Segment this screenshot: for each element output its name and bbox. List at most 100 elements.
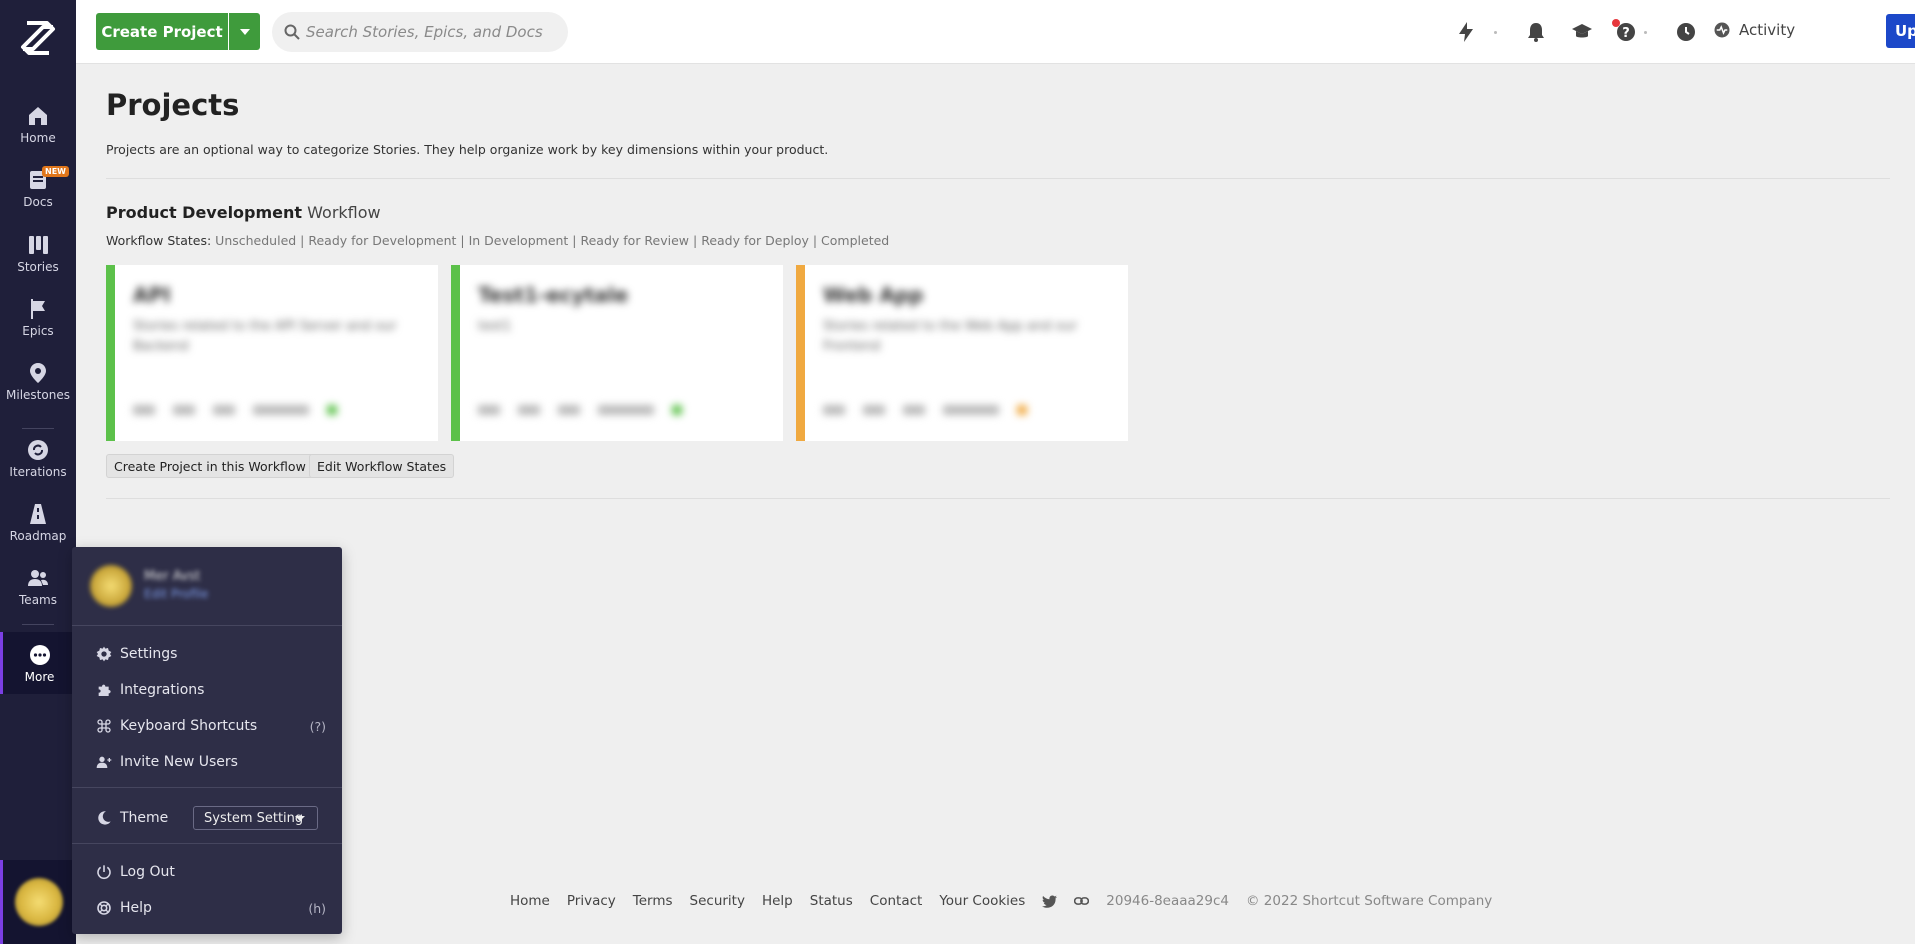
footer-link-privacy[interactable]: Privacy — [567, 893, 616, 909]
project-card-api[interactable]: API Stories related to the API Server an… — [106, 265, 438, 441]
sidebar-item-iterations[interactable]: Iterations — [0, 438, 76, 498]
avatar — [90, 565, 132, 607]
twitter-icon[interactable] — [1042, 895, 1058, 908]
project-name: Test1-ecytale — [478, 283, 629, 307]
shortcut-hint: (?) — [309, 718, 326, 734]
theme-label: Theme — [120, 810, 169, 826]
footer-link-status[interactable]: Status — [810, 893, 853, 909]
menu-item-logout[interactable]: Log Out — [96, 861, 326, 883]
workflow-suffix: Workflow — [307, 203, 381, 222]
workflow-states-values: Unscheduled | Ready for Development | In… — [215, 233, 890, 248]
theme-select-value: System Setting — [204, 810, 304, 826]
project-description: Stories related to the Web App and our F… — [823, 319, 1078, 354]
footer-link-cookies[interactable]: Your Cookies — [939, 893, 1025, 909]
search-icon — [284, 24, 300, 40]
page-description: Projects are an optional way to categori… — [106, 142, 829, 157]
menu-item-integrations[interactable]: Integrations — [96, 679, 326, 701]
more-menu: Mer Avst Edit Profile Settings Integrati… — [72, 547, 342, 934]
menu-item-label: Settings — [120, 646, 178, 662]
sidebar-item-docs[interactable]: Docs NEW — [0, 166, 76, 228]
epics-icon — [31, 299, 45, 319]
help-icon[interactable]: ? — [1614, 20, 1638, 44]
project-description: Stories related to the API Server and ou… — [133, 319, 397, 354]
lifebuoy-icon — [97, 901, 111, 915]
profile-section[interactable]: Mer Avst Edit Profile — [90, 565, 330, 609]
sidebar-item-label: Docs — [23, 195, 53, 209]
sidebar-item-label: Roadmap — [9, 529, 67, 543]
user-plus-icon — [96, 756, 112, 768]
sidebar-item-teams[interactable]: Teams — [0, 566, 76, 626]
project-meta — [478, 405, 682, 415]
create-project-in-workflow-button[interactable]: Create Project in this Workflow — [106, 454, 314, 478]
user-avatar-button[interactable] — [0, 860, 76, 944]
sidebar-divider — [22, 624, 54, 625]
bell-icon[interactable] — [1524, 20, 1548, 44]
clock-icon[interactable] — [1674, 20, 1698, 44]
power-icon — [97, 865, 111, 880]
menu-divider — [72, 787, 342, 788]
sidebar-item-epics[interactable]: Epics — [0, 297, 76, 357]
divider — [106, 178, 1890, 179]
caret-down-icon — [239, 28, 250, 35]
roadmap-icon — [30, 504, 46, 524]
footer-link-contact[interactable]: Contact — [870, 893, 923, 909]
sidebar-item-label: Epics — [22, 324, 54, 338]
menu-item-label: Integrations — [120, 682, 205, 698]
workflow-states-label: Workflow States: — [106, 233, 212, 248]
menu-item-settings[interactable]: Settings — [96, 643, 326, 665]
edit-workflow-states-button[interactable]: Edit Workflow States — [309, 454, 455, 478]
footer-link-help[interactable]: Help — [762, 893, 793, 909]
sidebar-item-label: Home — [20, 131, 56, 145]
menu-item-keyboard-shortcuts[interactable]: Keyboard Shortcuts (?) — [96, 715, 326, 737]
project-card-web-app[interactable]: Web App Stories related to the Web App a… — [796, 265, 1128, 441]
graduation-cap-icon[interactable] — [1570, 20, 1594, 44]
sidebar-item-label: More — [24, 670, 55, 684]
footer-link-home[interactable]: Home — [510, 893, 550, 909]
separator-dot — [1494, 31, 1497, 34]
project-meta — [823, 405, 1027, 415]
create-project-button[interactable]: Create Project — [96, 13, 228, 50]
project-card-test1[interactable]: Test1-ecytale test1 — [451, 265, 783, 441]
divider — [106, 498, 1890, 499]
lightning-icon[interactable] — [1454, 20, 1478, 44]
menu-item-help[interactable]: Help (h) — [96, 897, 326, 919]
sidebar-item-roadmap[interactable]: Roadmap — [0, 502, 76, 562]
copyright-text: © 2022 Shortcut Software Company — [1246, 893, 1493, 909]
sidebar-item-label: Milestones — [6, 388, 70, 402]
caret-down-icon — [295, 816, 305, 821]
link-icon[interactable] — [1074, 896, 1090, 906]
footer: Home Privacy Terms Security Help Status … — [510, 893, 1492, 909]
project-meta — [133, 405, 337, 415]
create-options-button[interactable] — [229, 13, 260, 50]
sidebar-item-home[interactable]: Home — [0, 104, 76, 164]
edit-profile-link[interactable]: Edit Profile — [144, 587, 208, 601]
stories-icon — [29, 236, 48, 254]
activity-button[interactable]: Activity — [1713, 21, 1795, 39]
activity-icon — [1714, 22, 1730, 38]
sidebar-item-milestones[interactable]: Milestones — [0, 361, 76, 421]
moon-icon — [98, 811, 111, 825]
upgrade-button[interactable]: Upgrade — [1886, 14, 1915, 48]
search-input[interactable] — [306, 12, 556, 52]
theme-select[interactable]: System Setting — [193, 806, 318, 830]
menu-divider — [72, 625, 342, 626]
search-box[interactable] — [272, 12, 568, 52]
top-bar: Create Project ? Activity Upgrade — [76, 0, 1915, 64]
project-name: API — [133, 283, 171, 307]
project-description: test1 — [478, 319, 512, 334]
sidebar-item-label: Iterations — [9, 465, 67, 479]
svg-text:?: ? — [1622, 26, 1630, 41]
menu-item-label: Log Out — [120, 864, 175, 880]
menu-item-invite-users[interactable]: Invite New Users — [96, 751, 326, 773]
workflow-states: Workflow States: Unscheduled | Ready for… — [106, 233, 889, 248]
footer-link-security[interactable]: Security — [690, 893, 745, 909]
sidebar-item-more[interactable]: More — [0, 632, 76, 694]
puzzle-icon — [98, 684, 111, 696]
sidebar-item-stories[interactable]: Stories — [0, 233, 76, 293]
workflow-title: Product Development Workflow — [106, 203, 381, 222]
shortcut-logo-icon[interactable] — [17, 17, 59, 59]
footer-link-terms[interactable]: Terms — [633, 893, 673, 909]
sidebar-item-label: Stories — [17, 260, 59, 274]
version-text: 20946-8eaaa29c4 — [1106, 893, 1230, 909]
milestones-icon — [30, 363, 46, 383]
